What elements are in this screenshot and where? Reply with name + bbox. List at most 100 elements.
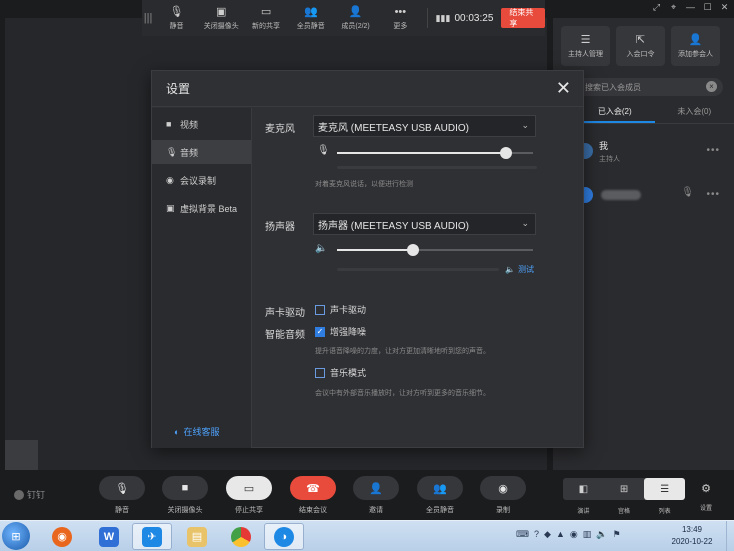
settings-button[interactable]: ⚙ 设置 xyxy=(700,482,712,512)
stop-share-button[interactable]: ▭ 停止共享 xyxy=(225,476,273,515)
more-icon: ••• xyxy=(394,5,407,18)
taskbar-clock[interactable]: 13:49 2020-10-22 xyxy=(664,524,720,548)
layout-labels: 演讲 宫格 列表 xyxy=(577,509,671,515)
top-meeting-toolbar: ||| 🎙 静音 ▣ 关闭摄像头 ▭ 新的共享 👥 全员静音 👤 成员(2/2)… xyxy=(142,0,545,36)
record-icon: ◉ xyxy=(480,476,526,500)
list-layout-icon: ☰ xyxy=(660,483,670,495)
folder-icon: ▤ xyxy=(187,526,207,547)
start-button[interactable]: ⊞ xyxy=(2,522,30,550)
speaker-icon: 🔈 xyxy=(505,265,515,274)
tray-volume-icon[interactable]: 🔈 xyxy=(596,529,607,540)
tab-joined[interactable]: 已入会(2) xyxy=(575,104,655,123)
stop-share-icon: ▭ xyxy=(226,476,272,500)
denoise-checkbox-row[interactable]: ✓ 增强降噪 xyxy=(315,325,366,338)
nav-item-video[interactable]: ■ 视频 xyxy=(152,112,251,136)
online-support-link[interactable]: ◐ 在线客服 xyxy=(174,425,219,438)
taskbar-dingtalk[interactable]: ✈ xyxy=(132,523,172,550)
minimize-icon[interactable]: — xyxy=(685,2,696,13)
sound-card-checkbox[interactable] xyxy=(315,304,325,315)
nav-item-audio[interactable]: 🎙 音频 xyxy=(152,140,251,164)
record-button[interactable]: ◉ 录制 xyxy=(479,476,527,515)
member-text: 我 主持人 xyxy=(599,139,620,164)
top-new-share-button[interactable]: ▭ 新的共享 xyxy=(244,0,289,36)
member-search-input[interactable] xyxy=(585,82,705,92)
mute-button[interactable]: 🎙 静音 xyxy=(98,476,146,515)
member-row-other[interactable]: 🎙 ••• xyxy=(575,180,734,210)
clear-search-icon[interactable]: × xyxy=(706,81,717,92)
slider-knob[interactable] xyxy=(499,147,512,159)
grid-layout-button[interactable]: ⊞ xyxy=(604,478,645,500)
list-layout-button[interactable]: ☰ xyxy=(644,478,686,500)
dialog-header: 设置 ✕ xyxy=(152,71,583,107)
tray-help-icon[interactable]: ? xyxy=(534,529,539,540)
mic-icon: 🎙 xyxy=(169,5,184,18)
nav-item-recording[interactable]: ◉ 会议录制 xyxy=(152,168,251,192)
microphone-volume-slider[interactable] xyxy=(337,147,533,159)
logo-icon xyxy=(14,489,24,500)
more-icon[interactable]: ••• xyxy=(706,145,720,156)
tray-network-icon[interactable]: ▥ xyxy=(583,529,592,540)
microphone-hint: 对着麦克风说话，以便进行检测 xyxy=(315,181,413,188)
add-participant-button[interactable]: 👤 添加参会人 xyxy=(671,26,720,66)
join-password-button[interactable]: ⇱ 入会口令 xyxy=(616,26,665,66)
taskbar-wps[interactable]: W xyxy=(89,523,129,550)
dingtalk-icon: ✈ xyxy=(142,526,162,547)
firefox-icon: ◉ xyxy=(52,526,72,547)
top-mute-all-button[interactable]: 👥 全员静音 xyxy=(288,0,333,36)
top-camera-button[interactable]: ▣ 关闭摄像头 xyxy=(199,0,244,36)
drag-handle[interactable]: ||| xyxy=(142,0,154,36)
speaker-layout-button[interactable]: ◧ xyxy=(563,478,604,500)
close-window-icon[interactable]: ✕ xyxy=(719,2,730,13)
video-icon: ■ xyxy=(166,119,172,129)
taskbar-meeting[interactable]: ◑ xyxy=(264,523,304,550)
member-row-self[interactable]: 我 主持人 ••• xyxy=(575,136,734,166)
close-icon[interactable]: ✕ xyxy=(556,78,571,98)
nav-item-virtual-background[interactable]: ▣ 虚拟背景 Beta xyxy=(152,196,251,220)
tray-keyboard-icon[interactable]: ⌨ xyxy=(516,529,529,540)
tray-flag-icon[interactable]: ⚑ xyxy=(612,529,620,540)
speaker-test-button[interactable]: 🔈 测试 xyxy=(505,264,534,275)
camera-off-button[interactable]: ■ 关闭摄像头 xyxy=(161,476,209,515)
more-icon[interactable]: ••• xyxy=(706,189,720,200)
clock-time: 13:49 xyxy=(681,525,703,534)
tray-app-icon[interactable]: ◉ xyxy=(570,529,578,540)
member-tabs: 已入会(2) 未入会(0) xyxy=(575,104,734,124)
taskbar-chrome[interactable] xyxy=(221,523,261,550)
microphone-select[interactable]: 麦克风 (MEETEASY USB AUDIO) ⌄ xyxy=(313,115,536,137)
tray-security-icon[interactable]: ◆ xyxy=(544,529,551,540)
mute-all-button[interactable]: 👥 全员静音 xyxy=(416,476,464,515)
show-desktop-button[interactable] xyxy=(726,521,734,551)
tray-expand-icon[interactable]: ▲ xyxy=(556,529,565,540)
windows-taskbar: ⊞ ◉ W ✈ ▤ ◑ ⌨ ? ◆ ▲ ◉ ▥ 🔈 ⚑ 13:49 2020-1… xyxy=(0,520,734,551)
video-thumbnail[interactable] xyxy=(5,440,38,470)
maximize-icon[interactable]: ☐ xyxy=(702,2,713,13)
mic-icon: 🎙 xyxy=(166,146,178,157)
settings-dialog: 设置 ✕ ■ 视频 🎙 音频 ◉ 会议录制 ▣ 虚拟背景 Beta ◐ 在线客服… xyxy=(151,70,584,448)
top-more-button[interactable]: ••• 更多 xyxy=(378,0,423,36)
slider-fill xyxy=(337,152,506,154)
invite-button[interactable]: 👤 邀请 xyxy=(352,476,400,515)
member-name: 我 xyxy=(599,140,609,151)
taskbar-explorer[interactable]: ▤ xyxy=(177,523,217,550)
top-members-button[interactable]: 👤 成员(2/2) xyxy=(333,0,378,36)
pin-icon[interactable]: ⌖ xyxy=(668,2,679,13)
mute-all-icon: 👥 xyxy=(417,476,463,500)
taskbar-firefox[interactable]: ◉ xyxy=(42,523,82,550)
record-icon: ◉ xyxy=(166,174,174,185)
denoise-checkbox[interactable]: ✓ xyxy=(315,326,325,337)
screen-share-icon: ▭ xyxy=(260,5,272,18)
end-share-button[interactable]: 结束共享 xyxy=(501,8,545,28)
host-manage-button[interactable]: ☰ 主持人管理 xyxy=(561,26,610,66)
signal-icon: ▮▮▮ xyxy=(435,12,451,23)
speaker-select[interactable]: 扬声器 (MEETEASY USB AUDIO) ⌄ xyxy=(313,213,536,235)
music-mode-checkbox-row[interactable]: 音乐模式 xyxy=(315,366,366,379)
tab-not-joined[interactable]: 未入会(0) xyxy=(655,104,734,123)
speaker-volume-slider[interactable] xyxy=(337,244,533,256)
sound-card-checkbox-row[interactable]: 声卡驱动 xyxy=(315,303,366,316)
slider-knob[interactable] xyxy=(407,244,420,256)
end-meeting-button[interactable]: ☎ 结束会议 xyxy=(289,476,337,515)
mic-icon[interactable]: 🎙 xyxy=(681,187,694,198)
top-mute-button[interactable]: 🎙 静音 xyxy=(154,0,199,36)
music-mode-checkbox[interactable] xyxy=(315,367,325,378)
fullscreen-icon[interactable]: ⤢ xyxy=(651,2,662,13)
